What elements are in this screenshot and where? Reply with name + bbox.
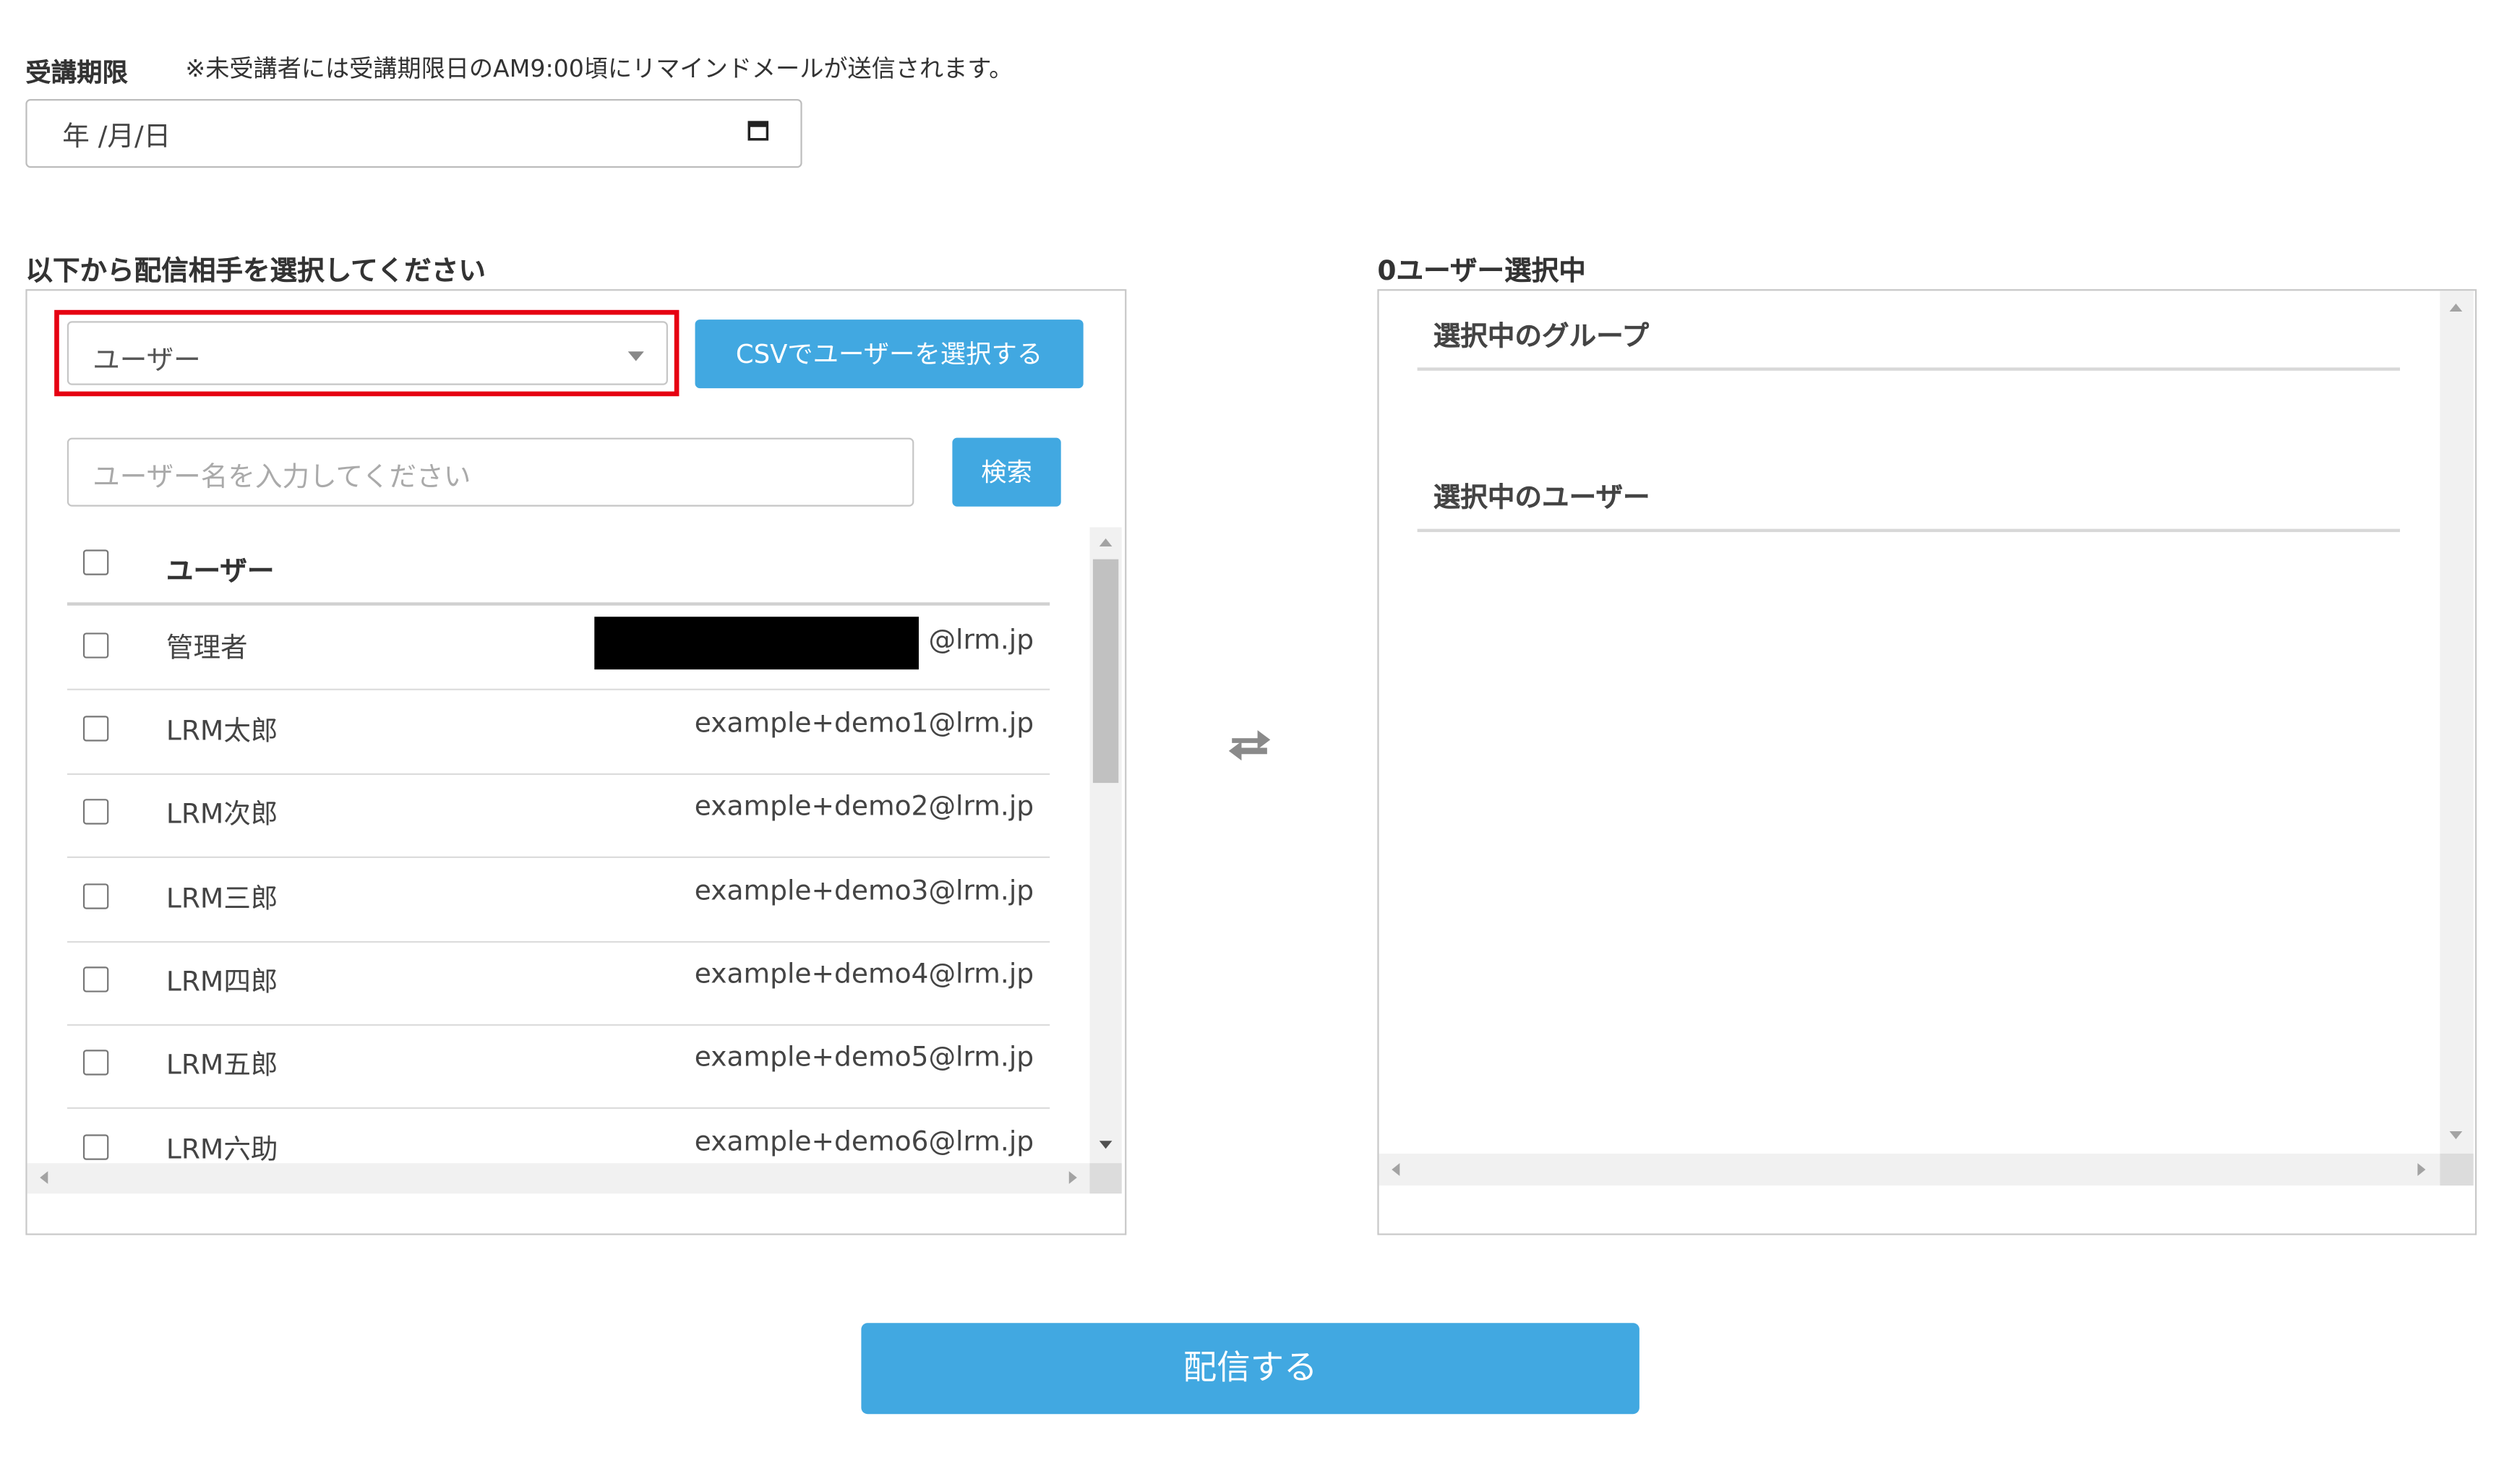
user-email: example+demo5@lrm.jp [694,1042,1034,1074]
scrollbar-corner [1089,1163,1122,1194]
user-name: LRM四郎 [166,966,278,999]
scrollbar-corner [2440,1153,2474,1186]
table-row[interactable]: 管理者 @lrm.jp [67,606,1050,690]
user-email: example+demo2@lrm.jp [694,791,1034,823]
horizontal-scrollbar[interactable] [27,1163,1122,1194]
selected-panel [1377,289,2477,1235]
user-name: LRM次郎 [166,799,278,831]
user-table: ユーザー 管理者 @lrm.jp LRM太郎 example+demo1@lrm… [67,524,1090,1163]
user-name: LRM三郎 [166,883,278,916]
scroll-left-icon[interactable] [1392,1163,1400,1176]
users-divider [1417,528,2401,533]
scroll-left-icon[interactable] [40,1171,48,1184]
groups-divider [1417,367,2401,371]
row-checkbox[interactable] [82,716,109,742]
row-checkbox[interactable] [82,632,109,659]
user-email: example+demo3@lrm.jp [694,875,1034,908]
recipient-type-select[interactable]: ユーザー [67,321,668,385]
deadline-date-input[interactable]: 年 /月/日 [25,99,802,168]
reminder-note: ※未受講者には受講期限日のAM9:00頃にリマインドメールが送信されます。 [185,54,1013,83]
row-checkbox[interactable] [82,883,109,909]
table-row[interactable]: LRM次郎 example+demo2@lrm.jp [67,773,1050,858]
user-search-input[interactable]: ユーザー名を入力してください [67,437,914,507]
deadline-label: 受講期限 [25,57,128,88]
vertical-scrollbar[interactable] [1089,527,1122,1164]
search-button[interactable]: 検索 [952,437,1061,507]
scroll-right-icon[interactable] [2417,1163,2426,1176]
date-placeholder: 年 /月/日 [62,121,171,154]
scrollbar-thumb[interactable] [1092,559,1119,784]
swap-arrows-icon [1228,730,1271,761]
selected-users-heading: 選択中のユーザー [1433,482,1650,515]
table-row[interactable]: LRM六助 example+demo6@lrm.jp [67,1109,1050,1163]
user-email: example+demo6@lrm.jp [694,1126,1034,1159]
user-email: @lrm.jp [928,625,1034,657]
right-vertical-scrollbar[interactable] [2440,291,2474,1154]
csv-select-button[interactable]: CSVでユーザーを選択する [695,319,1084,389]
row-checkbox[interactable] [82,1050,109,1076]
redaction-block [594,617,919,670]
user-email: example+demo4@lrm.jp [694,958,1034,991]
recipient-select-title: 以下から配信相手を選択してください [25,255,486,288]
selected-groups-heading: 選択中のグループ [1433,321,1650,353]
table-row[interactable]: LRM五郎 example+demo5@lrm.jp [67,1024,1050,1110]
calendar-icon[interactable] [747,120,769,141]
select-value: ユーザー [93,345,201,377]
search-placeholder: ユーザー名を入力してください [93,461,471,494]
right-horizontal-scrollbar[interactable] [1379,1153,2440,1186]
user-name: LRM太郎 [166,716,278,748]
scroll-up-icon[interactable] [1099,538,1113,546]
user-name: 管理者 [166,632,248,665]
deliver-button[interactable]: 配信する [861,1323,1639,1415]
chevron-down-icon [627,351,644,361]
user-email: example+demo1@lrm.jp [694,708,1034,740]
scroll-down-icon[interactable] [1099,1141,1113,1149]
selected-count-title: 0ユーザー選択中 [1377,255,1586,288]
scroll-right-icon[interactable] [1068,1171,1077,1184]
user-name: LRM六助 [166,1134,278,1164]
row-checkbox[interactable] [82,966,109,992]
table-header-user: ユーザー [166,556,275,588]
table-row[interactable]: LRM太郎 example+demo1@lrm.jp [67,690,1050,776]
row-checkbox[interactable] [82,1134,109,1160]
scroll-down-icon[interactable] [2449,1131,2463,1140]
table-row[interactable]: LRM三郎 example+demo3@lrm.jp [67,858,1050,943]
scroll-up-icon[interactable] [2449,303,2463,312]
select-all-checkbox[interactable] [82,549,109,575]
row-checkbox[interactable] [82,799,109,825]
table-row[interactable]: LRM四郎 example+demo4@lrm.jp [67,941,1050,1026]
user-name: LRM五郎 [166,1050,278,1082]
